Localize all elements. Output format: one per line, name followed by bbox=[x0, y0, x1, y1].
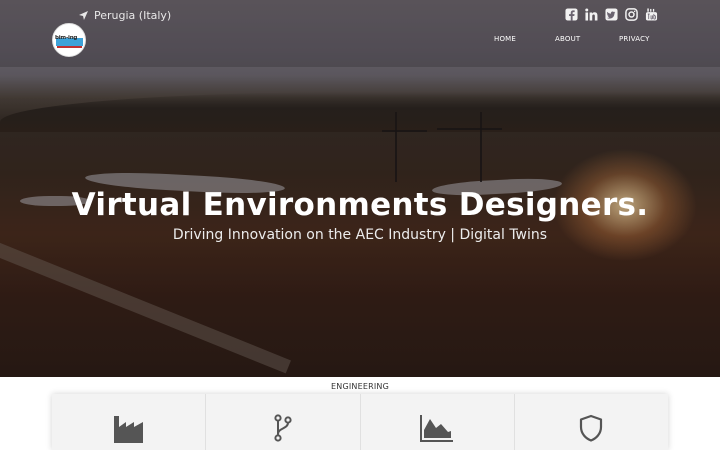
nav-privacy[interactable]: PRIVACY bbox=[619, 35, 650, 43]
logo-text: bim-ing bbox=[55, 35, 78, 41]
section-title: ENGINEERING bbox=[331, 382, 389, 391]
social-links bbox=[565, 8, 658, 21]
shield-icon bbox=[580, 414, 603, 442]
card-branch[interactable] bbox=[206, 394, 361, 450]
hero-title: Virtual Environments Designers. bbox=[71, 187, 649, 223]
nav-home[interactable]: HOME bbox=[494, 35, 516, 43]
card-area-chart[interactable] bbox=[360, 394, 515, 450]
area-chart-icon bbox=[420, 415, 454, 442]
instagram-icon[interactable] bbox=[625, 8, 638, 21]
linkedin-icon[interactable] bbox=[585, 8, 598, 21]
factory-icon bbox=[113, 416, 143, 443]
hero-text: Virtual Environments Designers. Driving … bbox=[0, 185, 720, 243]
hero-subtitle: Driving Innovation on the AEC Industry |… bbox=[172, 227, 548, 243]
engineering-cards bbox=[52, 394, 668, 450]
branch-icon bbox=[274, 414, 292, 442]
card-shield[interactable] bbox=[514, 394, 668, 450]
location-arrow-icon bbox=[79, 11, 88, 20]
facebook-icon[interactable] bbox=[565, 8, 578, 21]
nav-about[interactable]: ABOUT bbox=[555, 35, 580, 43]
logo-bar bbox=[57, 46, 82, 48]
location-text: Perugia (Italy) bbox=[94, 9, 172, 22]
location: Perugia (Italy) bbox=[79, 9, 171, 22]
youtube-icon[interactable] bbox=[645, 8, 658, 21]
logo[interactable]: bim-ing bbox=[52, 23, 86, 57]
twitter-icon[interactable] bbox=[605, 8, 618, 21]
card-factory[interactable] bbox=[52, 394, 207, 450]
navbar: Perugia (Italy) bim-ing HOME ABOUT PRIVA… bbox=[0, 0, 720, 67]
